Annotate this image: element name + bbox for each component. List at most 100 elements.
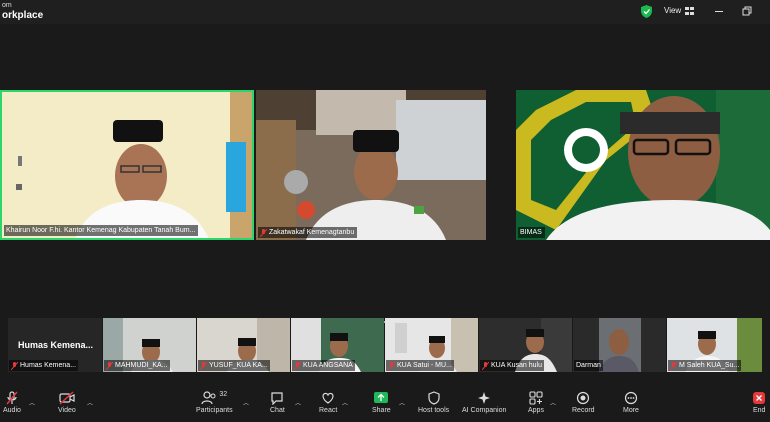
audio-label: Audio bbox=[3, 407, 21, 414]
security-shield-icon[interactable] bbox=[641, 5, 652, 18]
participant-name-tag: KUA Kusan hulu bbox=[480, 360, 544, 371]
participants-count: 32 bbox=[219, 391, 228, 398]
share-screen-icon bbox=[374, 392, 389, 403]
chat-options-caret-icon[interactable]: ︿ bbox=[295, 398, 301, 407]
chat-icon bbox=[271, 392, 283, 405]
participant-name-tag: KUA ANGSANA bbox=[292, 360, 355, 371]
participant-video bbox=[2, 92, 252, 238]
participant-name-tag: M Saleh KUA_Su... bbox=[668, 360, 742, 371]
share-label: Share bbox=[372, 407, 391, 414]
logo-line2: orkplace bbox=[2, 10, 44, 21]
react-options-caret-icon[interactable]: ︿ bbox=[342, 398, 348, 407]
video-off-icon bbox=[59, 391, 75, 405]
thumb-name: KUA Kusan hulu bbox=[491, 362, 542, 369]
participant-name-tag: Zakatwakaf Kemenagtanbu bbox=[258, 227, 358, 238]
mic-muted-icon bbox=[260, 228, 267, 237]
tile-name: Zakatwakaf Kemenagtanbu bbox=[269, 229, 355, 236]
participants-icon bbox=[201, 391, 216, 405]
record-icon bbox=[577, 391, 590, 405]
thumbnail-video[interactable]: KUA ANGSANA bbox=[291, 318, 384, 372]
record-button[interactable]: Record bbox=[572, 391, 595, 414]
host-tools-button[interactable]: Host tools bbox=[418, 391, 449, 414]
view-label: View bbox=[664, 6, 682, 15]
react-label: React bbox=[319, 407, 338, 414]
chat-label: Chat bbox=[270, 407, 285, 414]
chat-button[interactable]: Chat bbox=[270, 391, 285, 414]
record-label: Record bbox=[572, 407, 595, 414]
participant-video bbox=[516, 90, 770, 240]
video-tile[interactable]: BIMAS bbox=[516, 90, 770, 240]
participant-video bbox=[256, 90, 486, 240]
thumbnail-humas[interactable]: Humas Kemena... Humas Kemena... bbox=[8, 318, 102, 372]
participant-name-tag: Darman bbox=[574, 360, 603, 371]
video-options-caret-icon[interactable]: ︿ bbox=[87, 398, 93, 407]
app-logo: om orkplace bbox=[2, 1, 43, 21]
more-icon bbox=[624, 391, 638, 405]
apps-label: Apps bbox=[528, 407, 544, 414]
mic-muted-icon bbox=[294, 361, 301, 370]
video-stage: Khairun Noor F.hi. Kantor Kemenag Kabupa… bbox=[0, 24, 770, 323]
apps-button[interactable]: Apps bbox=[528, 391, 544, 414]
participants-options-caret-icon[interactable]: ︿ bbox=[243, 398, 249, 407]
mic-off-icon bbox=[6, 391, 18, 405]
share-options-caret-icon[interactable]: ︿ bbox=[399, 398, 405, 407]
thumbnail-video[interactable]: YUSUF_KUA KA... bbox=[197, 318, 290, 372]
mic-muted-icon bbox=[388, 361, 395, 370]
grid-icon bbox=[685, 6, 695, 15]
participant-name-tag: Humas Kemena... bbox=[9, 360, 79, 371]
react-button[interactable]: React bbox=[319, 391, 337, 414]
ai-companion-button[interactable]: AI Companion bbox=[462, 391, 506, 414]
thumbnail-video[interactable]: Darman bbox=[573, 318, 666, 372]
end-meeting-button[interactable]: End bbox=[753, 391, 765, 414]
participant-name-tag: YUSUF_KUA KA... bbox=[198, 360, 270, 371]
thumb-name: M Saleh KUA_Su... bbox=[679, 362, 740, 369]
mic-muted-icon bbox=[670, 361, 677, 370]
end-label: End bbox=[753, 407, 766, 414]
participants-label: Participants bbox=[196, 407, 233, 414]
close-icon bbox=[753, 392, 766, 404]
more-label: More bbox=[623, 407, 639, 414]
participant-name-large: Humas Kemena... bbox=[18, 340, 94, 350]
apps-options-caret-icon[interactable]: ︿ bbox=[550, 398, 556, 407]
thumbnail-video[interactable]: MAHMUDI_KA... bbox=[103, 318, 196, 372]
mic-muted-icon bbox=[11, 361, 18, 370]
participant-name-tag: KUA Satui - MU... bbox=[386, 360, 454, 371]
participant-name-tag: BIMAS bbox=[518, 227, 545, 238]
mic-muted-icon bbox=[200, 361, 207, 370]
audio-button[interactable]: Audio bbox=[3, 391, 21, 414]
meeting-toolbar: Audio ︿ Video ︿ 32 Participants ︿ Chat ︿ bbox=[0, 388, 770, 422]
view-button[interactable]: View bbox=[664, 6, 695, 15]
host-tools-label: Host tools bbox=[418, 407, 450, 414]
more-button[interactable]: More bbox=[623, 391, 639, 414]
video-button[interactable]: Video bbox=[58, 391, 76, 414]
share-button[interactable]: Share bbox=[372, 391, 391, 414]
minimize-icon[interactable] bbox=[713, 5, 725, 17]
audio-options-caret-icon[interactable]: ︿ bbox=[29, 398, 35, 407]
restore-icon[interactable] bbox=[741, 5, 753, 17]
thumb-name: YUSUF_KUA KA... bbox=[209, 362, 268, 369]
mic-muted-icon bbox=[106, 361, 113, 370]
thumb-name: MAHMUDI_KA... bbox=[115, 362, 168, 369]
ai-companion-label: AI Companion bbox=[462, 407, 507, 414]
thumb-name: Darman bbox=[576, 362, 601, 369]
thumbnail-video[interactable]: KUA Satui - MU... bbox=[385, 318, 478, 372]
heart-icon bbox=[322, 392, 334, 404]
sparkle-icon bbox=[478, 392, 491, 404]
tile-name: Khairun Noor F.hi. Kantor Kemenag Kabupa… bbox=[6, 227, 196, 234]
participants-button[interactable]: 32 Participants bbox=[196, 391, 233, 414]
apps-icon bbox=[529, 391, 543, 405]
shield-icon bbox=[427, 391, 440, 405]
thumb-name: Humas Kemena... bbox=[20, 362, 77, 369]
video-tile[interactable]: Zakatwakaf Kemenagtanbu bbox=[256, 90, 486, 240]
video-label: Video bbox=[58, 407, 76, 414]
thumbnail-video[interactable]: KUA Kusan hulu bbox=[479, 318, 572, 372]
participant-name-tag: MAHMUDI_KA... bbox=[104, 360, 170, 371]
title-bar: om orkplace View bbox=[0, 0, 770, 24]
participant-name-tag: Khairun Noor F.hi. Kantor Kemenag Kabupa… bbox=[4, 225, 199, 236]
thumb-name: KUA ANGSANA bbox=[303, 362, 353, 369]
video-tile-active-speaker[interactable]: Khairun Noor F.hi. Kantor Kemenag Kabupa… bbox=[0, 90, 254, 240]
thumbnail-video[interactable]: M Saleh KUA_Su... bbox=[667, 318, 762, 372]
thumb-name: KUA Satui - MU... bbox=[397, 362, 452, 369]
mic-muted-icon bbox=[482, 361, 489, 370]
tile-name: BIMAS bbox=[520, 229, 542, 236]
